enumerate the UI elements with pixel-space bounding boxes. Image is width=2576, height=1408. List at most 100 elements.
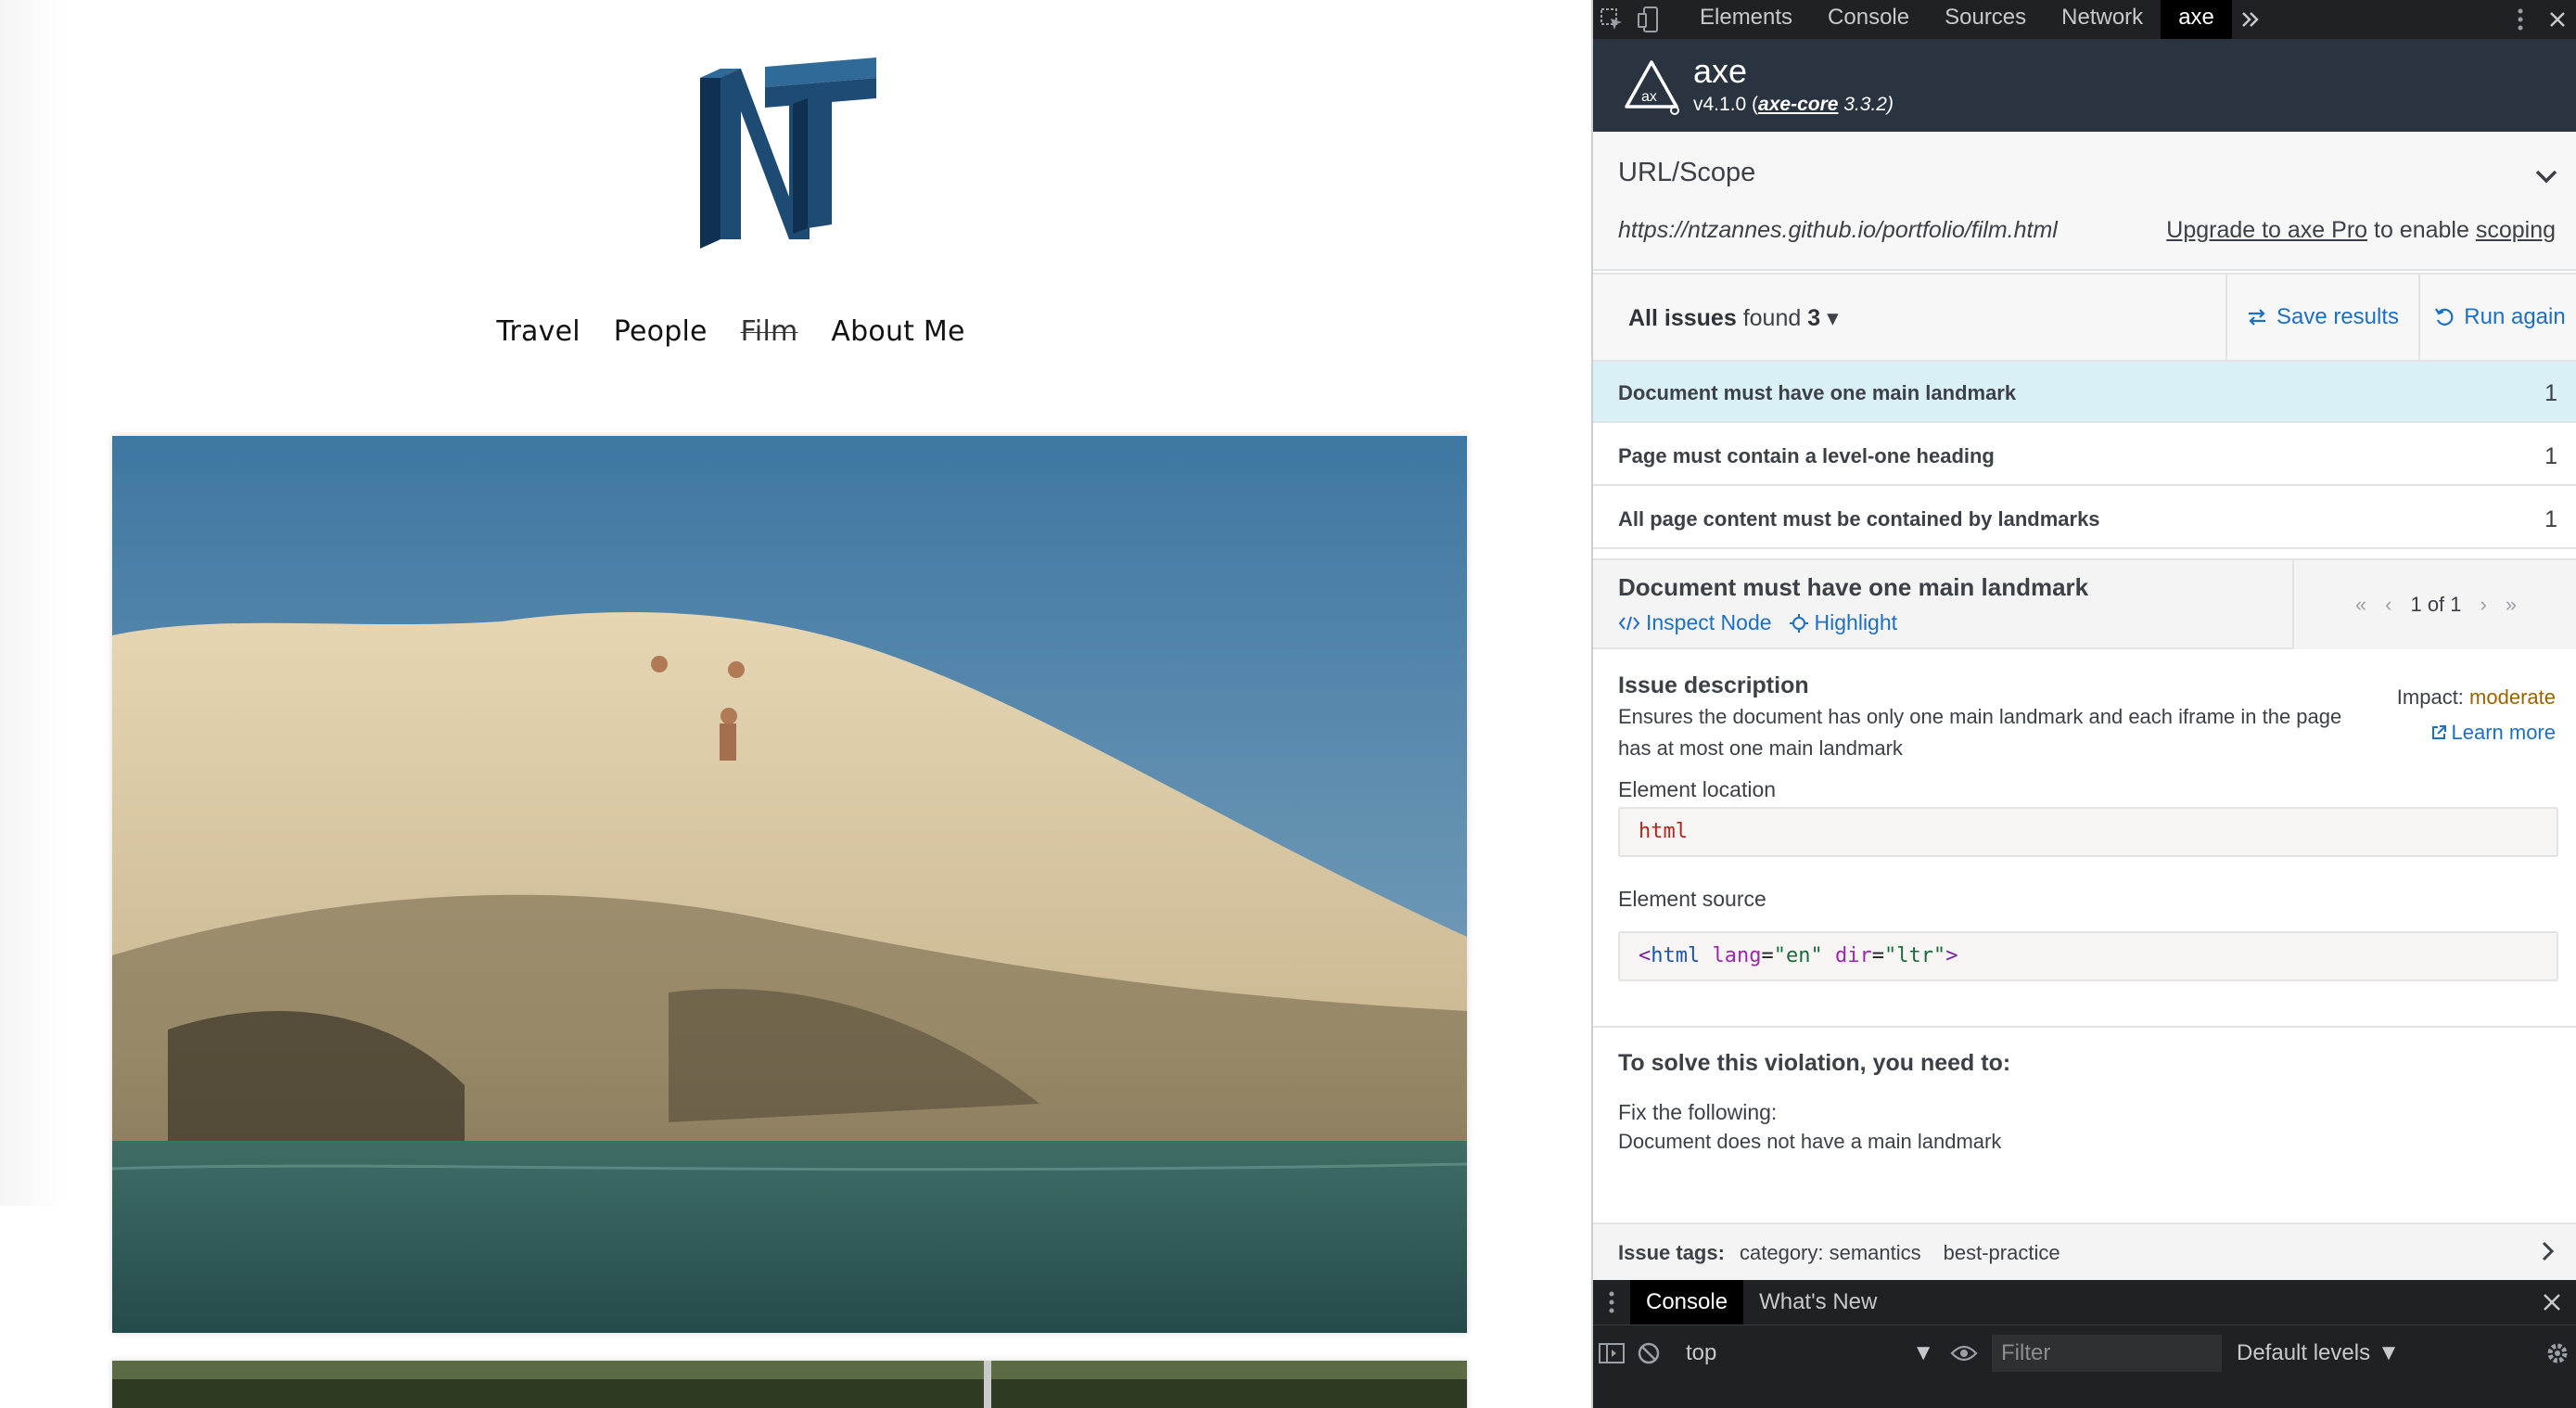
- issue-description-heading: Issue description: [1618, 672, 1809, 698]
- issue-row-level-one-heading[interactable]: Page must contain a level-one heading 1: [1593, 425, 2576, 486]
- last-page-icon[interactable]: »: [2506, 593, 2517, 617]
- console-settings-gear-icon[interactable]: [2539, 1334, 2576, 1373]
- element-source-heading: Element source: [1618, 887, 1766, 911]
- issue-row-main-landmark[interactable]: Document must have one main landmark 1: [1593, 362, 2576, 423]
- issues-label: All issues: [1628, 305, 1737, 331]
- refresh-icon: [2435, 308, 2454, 326]
- drawer-tab-console[interactable]: Console: [1630, 1280, 1744, 1325]
- fix-item: Document does not have a main landmark: [1618, 1130, 2002, 1153]
- save-results-label: Save results: [2276, 304, 2400, 329]
- sidebar-toggle-icon[interactable]: [1593, 1334, 1630, 1373]
- nav-link-about-me[interactable]: About Me: [831, 315, 964, 348]
- log-levels-dropdown[interactable]: Default levels ▼: [2237, 1340, 2400, 1366]
- issue-pager: « ‹ 1 of 1 › »: [2292, 560, 2576, 649]
- issue-title: All page content must be contained by la…: [1618, 507, 2100, 531]
- source-attr: dir: [1834, 944, 1872, 967]
- element-location-code[interactable]: html: [1618, 807, 2558, 857]
- issue-title: Page must contain a level-one heading: [1618, 444, 1995, 467]
- upgrade-link[interactable]: Upgrade to axe Pro: [2166, 217, 2367, 243]
- log-levels-label: Default levels: [2237, 1340, 2371, 1365]
- website-viewport: Travel People Film About Me: [0, 0, 1591, 1408]
- swap-icon: [2248, 309, 2265, 326]
- context-select[interactable]: top ▼: [1675, 1335, 1945, 1372]
- svg-text:ax: ax: [1641, 89, 1657, 105]
- source-close-bracket: >: [1945, 944, 1958, 967]
- impact-indicator: Impact: moderate: [2397, 685, 2556, 710]
- issues-filter-dropdown[interactable]: All issues found 3 ▾: [1628, 304, 1839, 332]
- inspect-element-icon[interactable]: [1593, 0, 1630, 39]
- close-drawer-icon[interactable]: [2539, 1289, 2565, 1315]
- chevron-right-icon[interactable]: [2535, 1239, 2559, 1263]
- impact-value: moderate: [2469, 685, 2556, 709]
- chevron-down-icon[interactable]: [2533, 163, 2559, 189]
- film-photo-cliff[interactable]: [112, 436, 1467, 1333]
- issue-title: Document must have one main landmark: [1618, 381, 2017, 404]
- film-photo-next[interactable]: [112, 1361, 1467, 1408]
- source-open-bracket: <: [1639, 944, 1651, 967]
- nav-link-people[interactable]: People: [614, 315, 708, 348]
- tab-axe[interactable]: axe: [2161, 0, 2232, 39]
- scanned-url: https://ntzannes.github.io/portfolio/fil…: [1618, 217, 2058, 243]
- issue-count-badge: 1: [2544, 380, 2557, 406]
- axe-core-version: 3.3.2): [1838, 94, 1894, 115]
- found-text: found: [1742, 305, 1802, 331]
- drawer-tab-whats-new[interactable]: What's New: [1743, 1280, 1893, 1325]
- site-logo[interactable]: [700, 58, 876, 254]
- issue-row-landmarks[interactable]: All page content must be contained by la…: [1593, 488, 2576, 549]
- nav-link-travel[interactable]: Travel: [496, 315, 580, 348]
- axe-logo-icon: ax: [1625, 60, 1679, 115]
- upgrade-mid-text: to enable: [2367, 217, 2476, 243]
- issue-detail-header: Document must have one main landmark Ins…: [1593, 558, 2576, 649]
- axe-version-text: v4.1.0 (: [1693, 94, 1759, 115]
- axe-core-link[interactable]: axe-core: [1758, 94, 1838, 115]
- run-again-button[interactable]: Run again: [2418, 275, 2576, 360]
- tab-sources[interactable]: Sources: [1927, 0, 2044, 39]
- url-scope-title: URL/Scope: [1618, 158, 1756, 187]
- run-again-label: Run again: [2464, 304, 2566, 329]
- axe-title: axe: [1693, 52, 1748, 90]
- prev-page-icon[interactable]: ‹: [2385, 593, 2391, 617]
- highlight-button[interactable]: Highlight: [1789, 610, 1898, 635]
- eye-icon[interactable]: [1945, 1334, 1983, 1373]
- scoping-link[interactable]: scoping: [2476, 217, 2556, 243]
- dropdown-arrow-icon: ▼: [1912, 1340, 1934, 1365]
- drawer-tabbar: Console What's New: [1593, 1280, 2576, 1325]
- upgrade-notice: Upgrade to axe Pro to enable scoping: [2166, 217, 2556, 244]
- learn-more-link[interactable]: Learn more: [2430, 721, 2556, 745]
- tab-network[interactable]: Network: [2044, 0, 2161, 39]
- issue-count-badge: 1: [2544, 443, 2557, 469]
- inspect-node-button[interactable]: Inspect Node: [1618, 610, 1772, 635]
- external-link-icon: [2432, 725, 2447, 739]
- tab-console[interactable]: Console: [1810, 0, 1927, 39]
- save-results-button[interactable]: Save results: [2225, 275, 2418, 360]
- highlight-label: Highlight: [1814, 610, 1898, 634]
- clear-console-icon[interactable]: [1630, 1334, 1667, 1373]
- devtools-panel: Elements Console Sources Network axe ax …: [1591, 0, 2576, 1408]
- device-toolbar-icon[interactable]: [1630, 0, 1667, 39]
- source-value: "en": [1773, 944, 1823, 967]
- drawer-menu-icon[interactable]: [1593, 1283, 1630, 1322]
- console-filter-input[interactable]: [1992, 1335, 2222, 1372]
- tab-elements[interactable]: Elements: [1682, 0, 1810, 39]
- impact-label: Impact:: [2396, 685, 2464, 709]
- issue-tags-bar[interactable]: Issue tags: category: semantics best-pra…: [1593, 1222, 2576, 1280]
- pager-text: 1 of 1: [2410, 593, 2462, 616]
- site-nav: Travel People Film About Me: [0, 315, 1591, 348]
- issue-count-badge: 1: [2544, 506, 2557, 532]
- page-shadow: [0, 0, 65, 1206]
- console-output[interactable]: [1593, 1380, 2576, 1408]
- axe-header: ax axe v4.1.0 (axe-core 3.3.2): [1593, 39, 2576, 132]
- next-page-icon[interactable]: ›: [2480, 593, 2487, 617]
- issue-tag: category: semantics: [1740, 1241, 1921, 1264]
- issues-toolbar: All issues found 3 ▾ Save results Run ag…: [1593, 273, 2576, 362]
- devtools-tabbar: Elements Console Sources Network axe: [1593, 0, 2576, 39]
- issue-count: 3: [1807, 305, 1821, 331]
- element-source-code[interactable]: <html lang="en" dir="ltr">: [1618, 931, 2558, 981]
- nav-link-film[interactable]: Film: [741, 315, 798, 348]
- source-tag: html: [1651, 944, 1701, 967]
- close-devtools-icon[interactable]: [2539, 0, 2576, 39]
- kebab-menu-icon[interactable]: [2502, 0, 2539, 39]
- first-page-icon[interactable]: «: [2355, 593, 2366, 617]
- more-tabs-icon[interactable]: [2232, 0, 2269, 39]
- learn-more-label: Learn more: [2451, 721, 2556, 744]
